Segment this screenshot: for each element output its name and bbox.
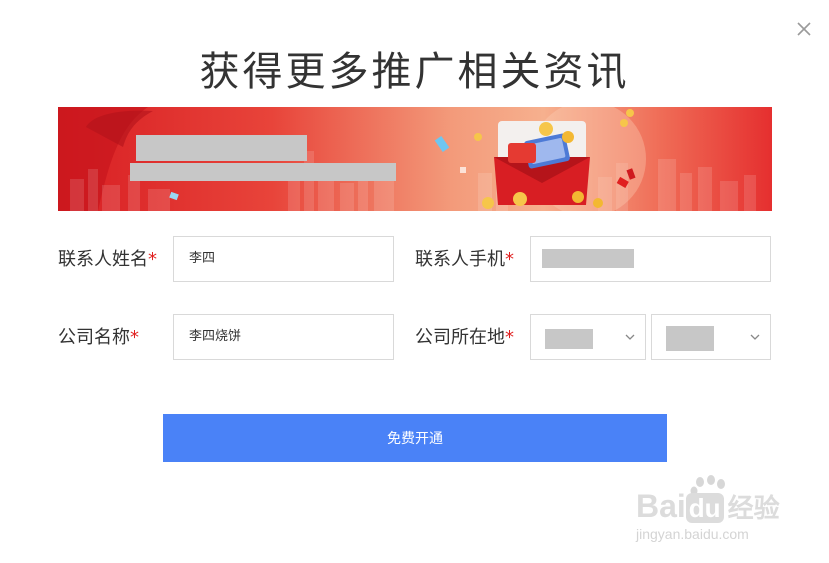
redacted-province-value xyxy=(545,329,593,349)
contact-name-label-text: 联系人姓名 xyxy=(58,249,148,270)
redacted-city-value xyxy=(666,326,714,351)
city-select[interactable] xyxy=(651,314,771,360)
required-mark: * xyxy=(505,327,514,348)
required-mark: * xyxy=(505,249,514,270)
contact-phone-input[interactable] xyxy=(530,236,771,282)
contact-phone-label: 联系人手机* xyxy=(415,248,514,272)
company-location-label: 公司所在地* xyxy=(415,326,514,350)
chevron-down-icon xyxy=(625,334,635,340)
watermark-url: jingyan.baidu.com xyxy=(636,526,749,542)
company-name-label-text: 公司名称 xyxy=(58,327,130,348)
submit-button[interactable]: 免费开通 xyxy=(163,414,667,462)
watermark-brand-du: du xyxy=(685,493,724,523)
province-select[interactable] xyxy=(530,314,646,360)
company-name-label: 公司名称* xyxy=(58,326,139,350)
contact-name-label: 联系人姓名* xyxy=(58,248,157,272)
required-mark: * xyxy=(130,327,139,348)
watermark-brand: Bai du 经验 xyxy=(636,488,780,526)
close-button[interactable] xyxy=(795,20,813,38)
contact-phone-label-text: 联系人手机 xyxy=(415,249,505,270)
watermark-brand-bai: Bai xyxy=(636,488,686,524)
contact-name-input[interactable]: 李四 xyxy=(173,236,394,282)
company-location-label-text: 公司所在地 xyxy=(415,327,505,348)
watermark-brand-cn: 经验 xyxy=(727,493,780,523)
redacted-banner-subtext xyxy=(130,163,396,181)
promo-banner xyxy=(58,107,772,211)
chevron-down-icon xyxy=(750,334,760,340)
company-name-input[interactable]: 李四烧饼 xyxy=(173,314,394,360)
redacted-banner-heading xyxy=(136,135,307,161)
close-icon xyxy=(797,22,811,36)
redacted-phone-value xyxy=(542,249,634,268)
dialog-title: 获得更多推广相关资讯 xyxy=(199,49,630,95)
required-mark: * xyxy=(148,249,157,270)
baidu-jingyan-watermark: Bai du 经验 jingyan.baidu.com xyxy=(634,474,794,548)
